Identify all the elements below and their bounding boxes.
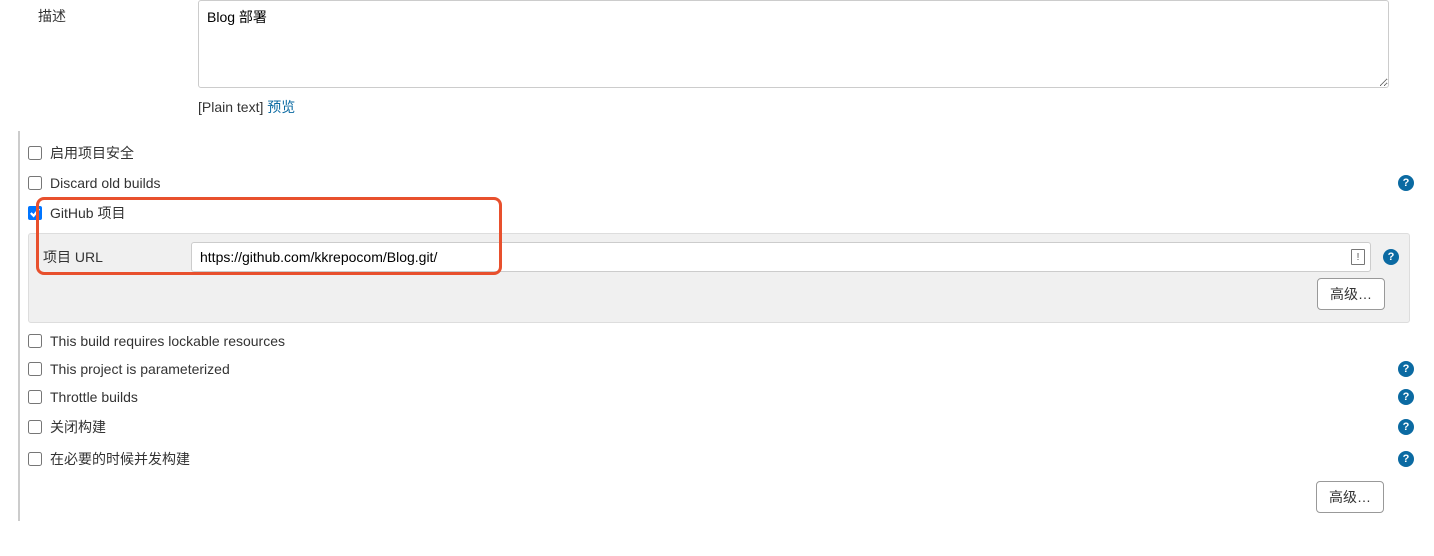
github-project-label: GitHub 项目 [50,203,125,223]
description-textarea[interactable] [198,0,1389,88]
throttle-builds-checkbox[interactable] [28,390,42,404]
project-url-label: 项目 URL [39,247,179,267]
project-url-input[interactable] [191,242,1371,272]
discard-old-builds-checkbox[interactable] [28,176,42,190]
concurrent-build-label: 在必要的时候并发构建 [50,449,190,469]
disable-build-label: 关闭构建 [50,417,106,437]
throttle-builds-label: Throttle builds [50,389,138,405]
enable-project-security-checkbox[interactable] [28,146,42,160]
plain-text-mode-label: [Plain text] [198,99,263,115]
help-icon[interactable]: ? [1398,389,1414,405]
lockable-resources-label: This build requires lockable resources [50,333,285,349]
disable-build-checkbox[interactable] [28,420,42,434]
advanced-button[interactable]: 高级… [1316,481,1384,513]
help-icon[interactable]: ? [1398,175,1414,191]
help-icon[interactable]: ? [1398,419,1414,435]
advanced-button[interactable]: 高级… [1317,278,1385,310]
concurrent-build-checkbox[interactable] [28,452,42,466]
help-icon[interactable]: ? [1383,249,1399,265]
lockable-resources-checkbox[interactable] [28,334,42,348]
parameterized-checkbox[interactable] [28,362,42,376]
preview-link[interactable]: 预览 [267,99,295,115]
enable-project-security-label: 启用项目安全 [50,143,134,163]
help-icon[interactable]: ? [1398,451,1414,467]
input-assist-icon[interactable]: ! [1351,249,1365,265]
description-label: 描述 [38,0,198,26]
parameterized-label: This project is parameterized [50,361,230,377]
github-project-checkbox[interactable] [28,206,42,220]
help-icon[interactable]: ? [1398,361,1414,377]
discard-old-builds-label: Discard old builds [50,175,161,191]
